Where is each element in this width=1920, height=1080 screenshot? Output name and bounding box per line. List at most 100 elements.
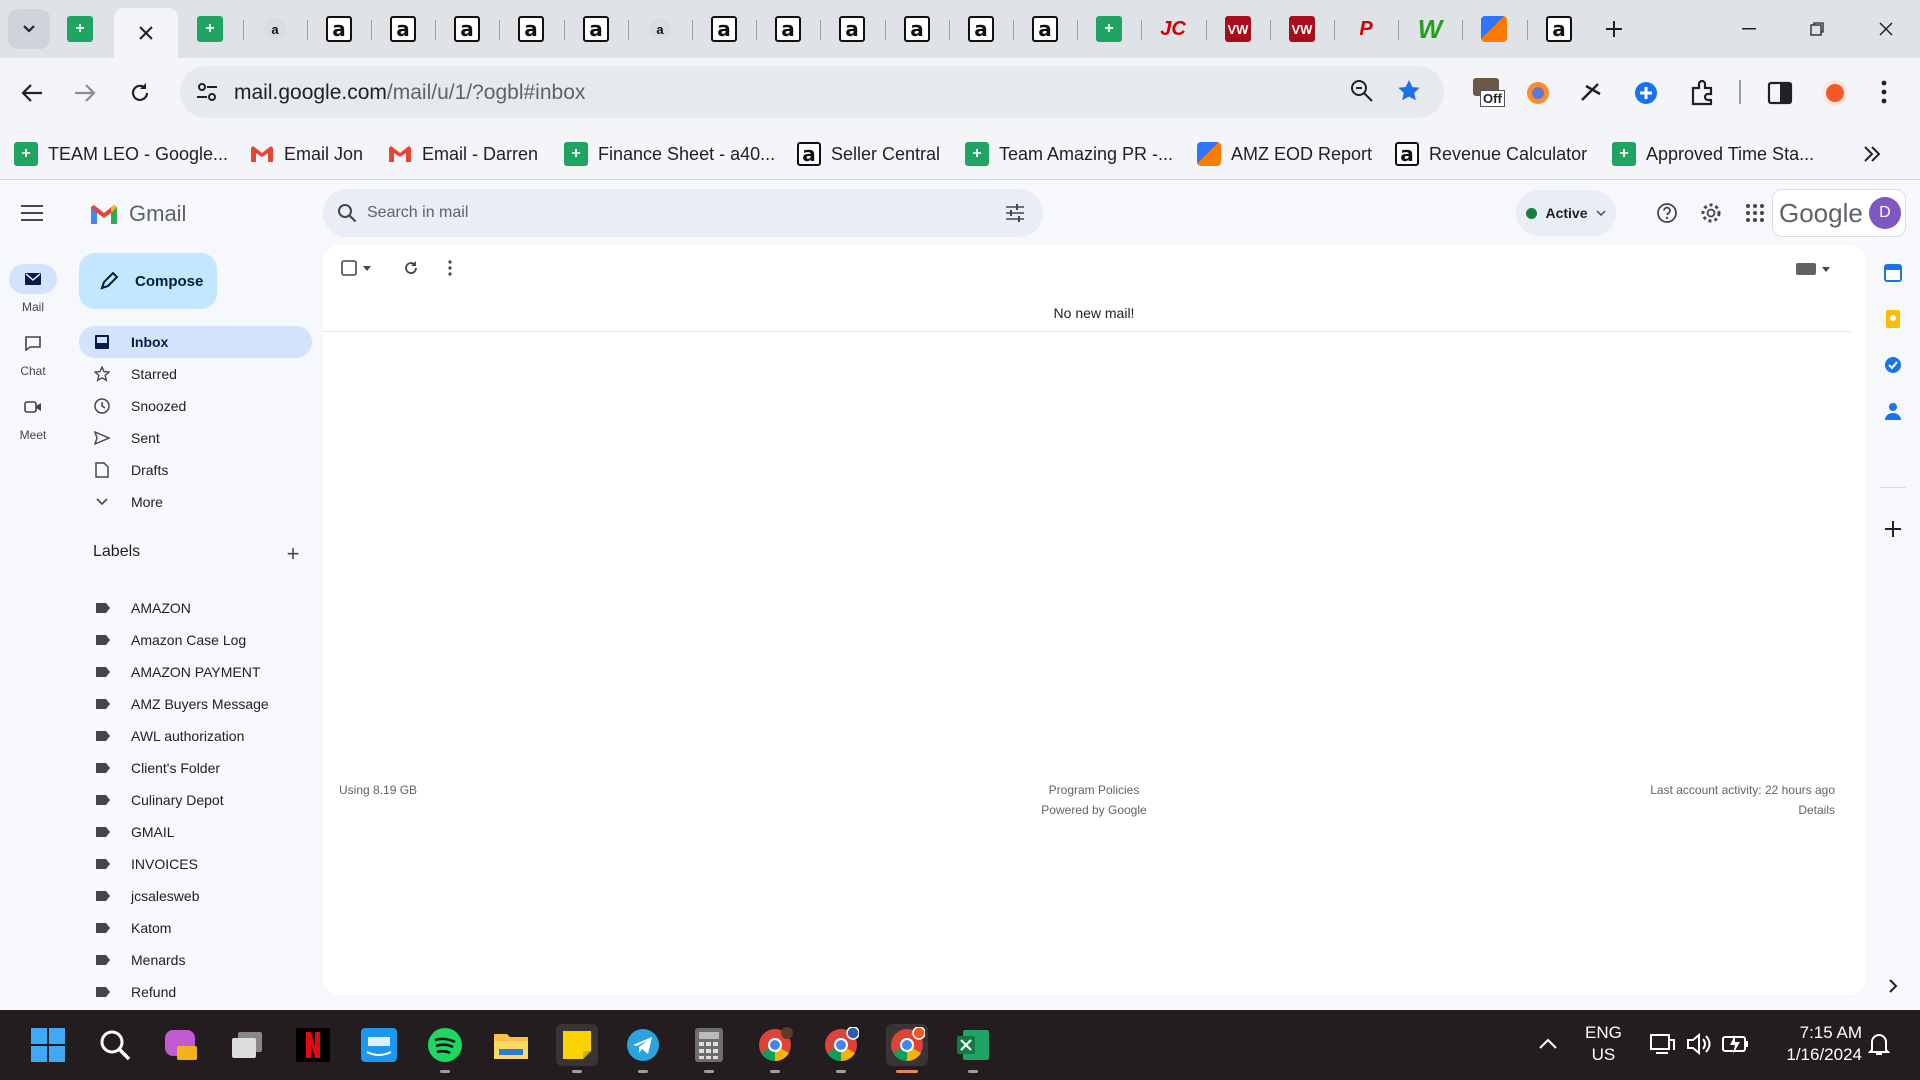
bookmark-item[interactable]: + Finance Sheet - a40...: [564, 137, 775, 171]
calculator-button[interactable]: [688, 1024, 730, 1073]
show-side-panel-button[interactable]: [1881, 974, 1905, 998]
tab[interactable]: a: [820, 8, 884, 50]
tab-active[interactable]: [114, 8, 178, 58]
more-bookmarks-icon[interactable]: [1862, 144, 1882, 164]
label-item[interactable]: AMZ Buyers Message: [79, 688, 269, 720]
select-all-checkbox[interactable]: [341, 260, 371, 276]
cursor-extension-icon[interactable]: [1578, 80, 1604, 106]
refresh-icon[interactable]: [403, 260, 419, 276]
tab[interactable]: a: [307, 8, 371, 50]
bookmark-item[interactable]: a Seller Central: [797, 137, 940, 171]
calendar-button[interactable]: [1881, 261, 1905, 285]
rail-chat[interactable]: Chat: [0, 328, 66, 378]
tab[interactable]: JC: [1141, 8, 1205, 50]
label-item[interactable]: Refund: [79, 976, 176, 1008]
rail-mail[interactable]: Mail: [0, 264, 66, 314]
label-item[interactable]: Culinary Depot: [79, 784, 224, 816]
tab[interactable]: W: [1398, 8, 1462, 50]
label-item[interactable]: AWL authorization: [79, 720, 244, 752]
keep-button[interactable]: [1881, 307, 1905, 331]
nav-more[interactable]: More: [79, 486, 312, 518]
new-tab-button[interactable]: [1582, 8, 1646, 50]
label-item[interactable]: GMAIL: [79, 816, 175, 848]
netflix-button[interactable]: [292, 1024, 334, 1066]
task-view-button[interactable]: [226, 1024, 268, 1066]
gmail-logo[interactable]: Gmail: [89, 201, 186, 227]
sticky-notes-button[interactable]: [556, 1024, 598, 1073]
chevron-up-icon[interactable]: [1539, 1038, 1557, 1050]
battery-charging-icon[interactable]: [1722, 1032, 1750, 1056]
tab[interactable]: a: [564, 8, 628, 50]
details-link[interactable]: Details: [1650, 800, 1835, 820]
account-button[interactable]: Google D: [1772, 189, 1906, 237]
browser-menu-icon[interactable]: [1880, 80, 1888, 104]
tab-search-button[interactable]: [8, 9, 50, 49]
bookmark-item[interactable]: + Approved Time Sta...: [1612, 137, 1814, 171]
status-selector[interactable]: Active: [1516, 190, 1616, 236]
label-item[interactable]: Menards: [79, 944, 185, 976]
apps-button[interactable]: [1739, 197, 1771, 229]
nav-inbox[interactable]: Inbox: [79, 326, 312, 358]
puzzle-extensions-icon[interactable]: [1688, 79, 1716, 107]
tab[interactable]: a: [435, 8, 499, 50]
tab[interactable]: a: [499, 8, 563, 50]
language-indicator[interactable]: ENG US: [1585, 1022, 1622, 1066]
rail-meet[interactable]: Meet: [0, 392, 66, 442]
contacts-button[interactable]: [1881, 399, 1905, 423]
tab[interactable]: a: [756, 8, 820, 50]
spotify-button[interactable]: [424, 1024, 466, 1073]
tab[interactable]: +: [1077, 8, 1141, 50]
tab[interactable]: a: [692, 8, 756, 50]
label-item[interactable]: AMAZON: [79, 592, 191, 624]
close-window-button[interactable]: [1868, 14, 1904, 44]
chrome-profile-1-button[interactable]: [754, 1024, 796, 1073]
forward-button[interactable]: [65, 73, 105, 113]
compose-button[interactable]: Compose: [79, 253, 217, 309]
tasks-button[interactable]: [1881, 353, 1905, 377]
search-bar[interactable]: Search in mail: [323, 189, 1043, 237]
bookmark-item[interactable]: a Revenue Calculator: [1395, 137, 1587, 171]
address-bar[interactable]: mail.google.com/mail/u/1/?ogbl#inbox: [180, 66, 1444, 118]
search-options-icon[interactable]: [1005, 203, 1025, 223]
tab[interactable]: [1462, 8, 1526, 50]
label-item[interactable]: INVOICES: [79, 848, 198, 880]
bookmark-item[interactable]: + Team Amazing PR -...: [965, 137, 1173, 171]
help-button[interactable]: [1651, 197, 1683, 229]
bookmark-item[interactable]: + TEAM LEO - Google...: [14, 137, 228, 171]
zoom-icon[interactable]: [1350, 79, 1374, 103]
prime-video-button[interactable]: [358, 1024, 400, 1066]
nav-sent[interactable]: Sent: [79, 422, 312, 454]
clock[interactable]: 7:15 AM 1/16/2024: [1762, 1022, 1862, 1066]
plus-circle-extension-icon[interactable]: [1633, 80, 1659, 106]
nav-starred[interactable]: Starred: [79, 358, 312, 390]
tab[interactable]: a: [1013, 8, 1077, 50]
side-panel-icon[interactable]: [1767, 80, 1793, 106]
bookmark-item[interactable]: AMZ EOD Report: [1197, 137, 1372, 171]
program-policies-link[interactable]: Program Policies: [323, 780, 1865, 800]
firefox-like-extension-icon[interactable]: [1525, 80, 1551, 106]
label-item[interactable]: Client's Folder: [79, 752, 220, 784]
get-addons-button[interactable]: [1881, 517, 1905, 541]
copilot-button[interactable]: [160, 1024, 202, 1066]
file-explorer-button[interactable]: [490, 1024, 532, 1066]
reload-button[interactable]: [120, 73, 160, 113]
minimize-button[interactable]: [1731, 14, 1767, 44]
bookmark-item[interactable]: Email Jon: [250, 137, 363, 171]
url-text[interactable]: mail.google.com/mail/u/1/?ogbl#inbox: [234, 81, 585, 105]
back-button[interactable]: [12, 73, 52, 113]
restore-button[interactable]: [1799, 14, 1835, 44]
excel-button[interactable]: [952, 1024, 994, 1073]
start-button[interactable]: [27, 1024, 69, 1066]
tab[interactable]: a: [243, 8, 307, 50]
main-menu-icon[interactable]: [21, 205, 43, 221]
label-item[interactable]: Amazon Case Log: [79, 624, 246, 656]
more-vert-icon[interactable]: [447, 260, 453, 276]
tab[interactable]: VW: [1270, 8, 1334, 50]
tab[interactable]: a: [885, 8, 949, 50]
tab[interactable]: P: [1334, 8, 1398, 50]
tab[interactable]: a: [371, 8, 435, 50]
chrome-profile-3-button[interactable]: [886, 1024, 928, 1073]
search-icon[interactable]: [337, 203, 357, 223]
tab[interactable]: +: [48, 8, 112, 50]
tab[interactable]: +: [178, 8, 242, 50]
